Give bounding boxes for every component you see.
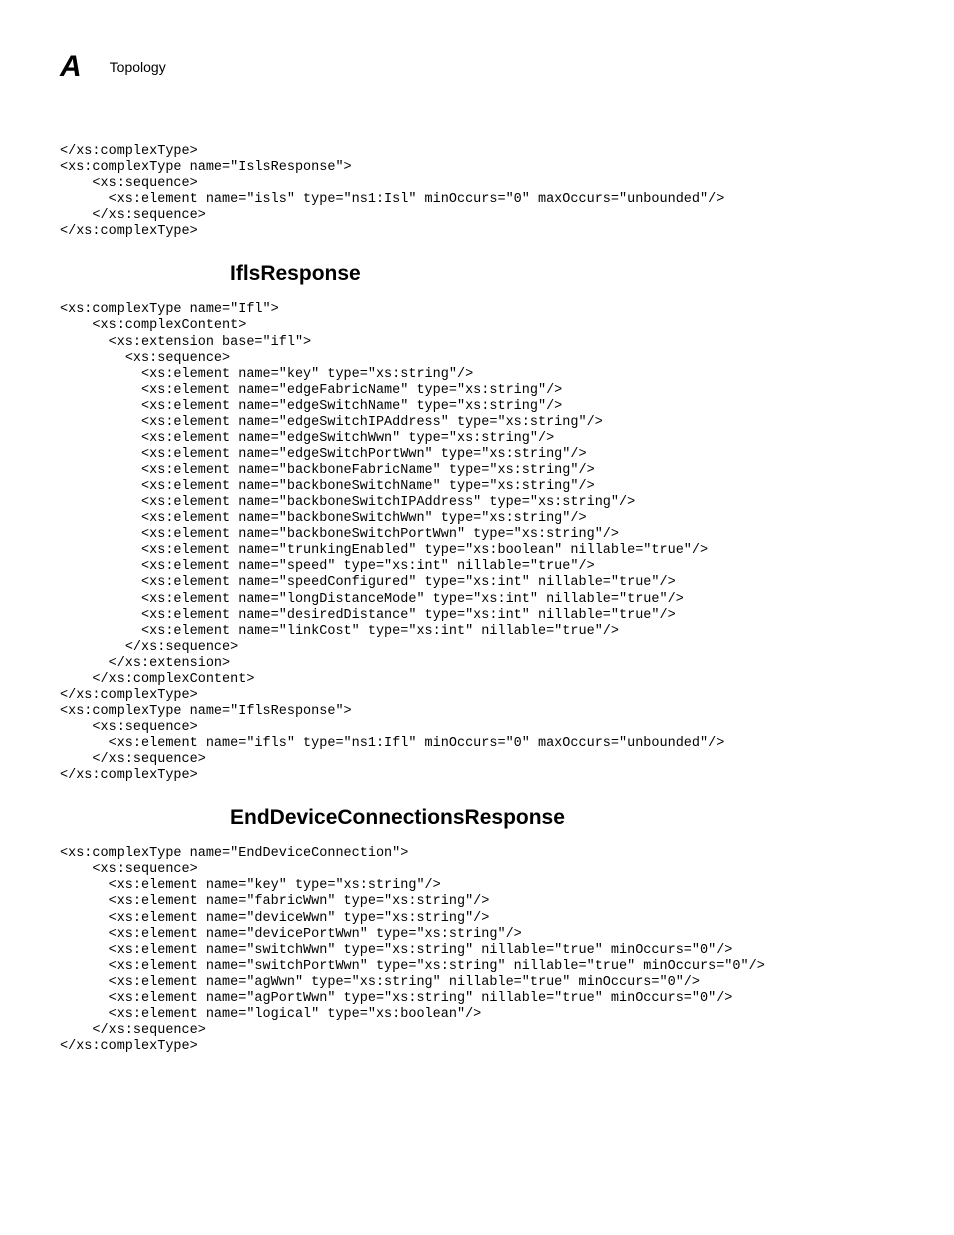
page-header: A Topology bbox=[60, 50, 894, 84]
heading-end-device-connections-response: EndDeviceConnectionsResponse bbox=[230, 806, 894, 830]
document-page: A Topology </xs:complexType> <xs:complex… bbox=[0, 0, 954, 1235]
code-block-ifls-response: <xs:complexType name="IflsResponse"> <xs… bbox=[60, 704, 894, 784]
code-block-end-device-connection: <xs:complexType name="EndDeviceConnectio… bbox=[60, 846, 894, 1055]
code-block-isls-response: <xs:complexType name="IslsResponse"> <xs… bbox=[60, 160, 894, 240]
code-block-closing-complextype: </xs:complexType> bbox=[60, 144, 894, 160]
code-block-ifl-complextype: <xs:complexType name="Ifl"> <xs:complexC… bbox=[60, 302, 894, 704]
appendix-letter: A bbox=[60, 50, 82, 84]
heading-ifls-response: IflsResponse bbox=[230, 262, 894, 286]
section-name: Topology bbox=[110, 59, 166, 75]
